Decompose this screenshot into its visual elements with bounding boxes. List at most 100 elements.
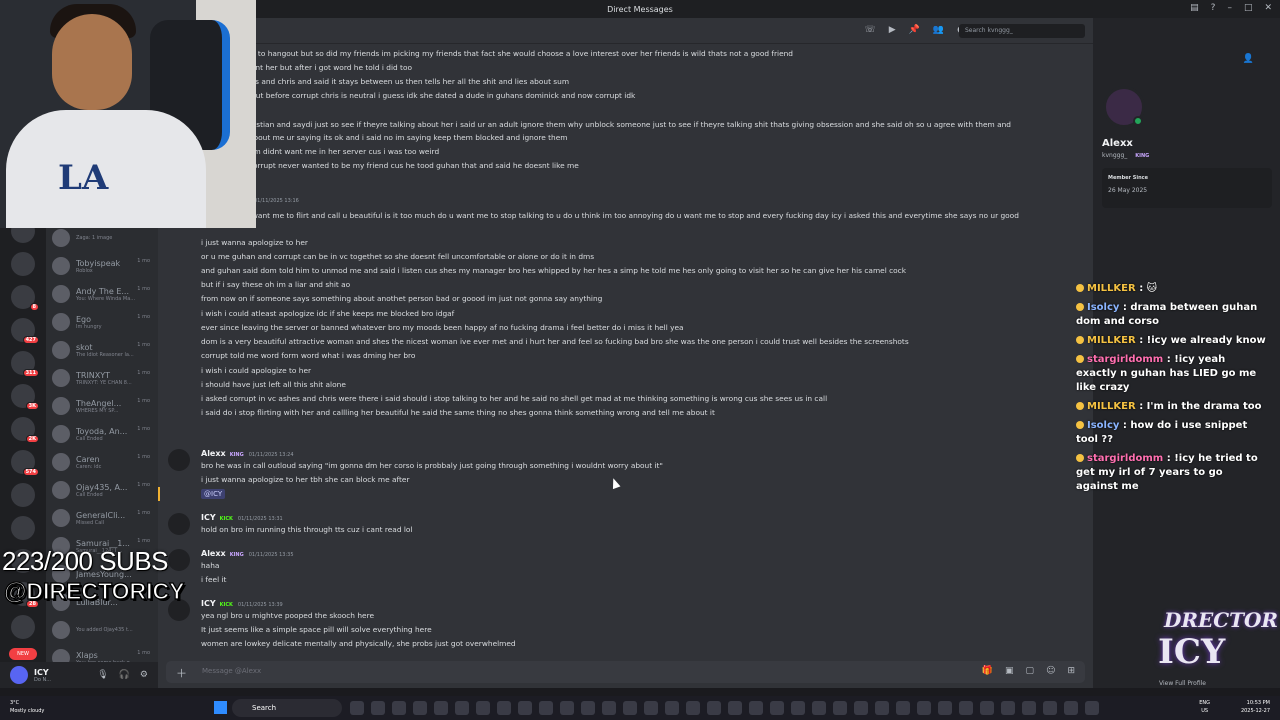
- new-server-badge[interactable]: NEW: [9, 648, 37, 660]
- gif-icon[interactable]: ▣: [1005, 666, 1014, 676]
- dm-list-item[interactable]: Ojay435, A... Call Ended 1 mo: [46, 476, 158, 504]
- gear-icon[interactable]: ⚙: [140, 670, 148, 680]
- app-icon[interactable]: [623, 701, 637, 715]
- app-icon[interactable]: [833, 701, 847, 715]
- avatar[interactable]: [10, 666, 28, 684]
- app-icon[interactable]: [791, 701, 805, 715]
- app-icon[interactable]: [644, 701, 658, 715]
- add-friend-icon[interactable]: 👤: [1243, 54, 1254, 64]
- app-icon[interactable]: [875, 701, 889, 715]
- server-icon[interactable]: 8: [11, 285, 39, 311]
- sticker-icon[interactable]: ▢: [1026, 666, 1035, 676]
- app-icon[interactable]: [959, 701, 973, 715]
- app-icon[interactable]: [770, 701, 784, 715]
- message-author[interactable]: ICY: [201, 513, 216, 522]
- avatar[interactable]: [168, 449, 190, 471]
- server-icon[interactable]: 574: [11, 450, 39, 476]
- dm-list-item[interactable]: You added Ojay435 t...: [46, 616, 158, 644]
- app-icon[interactable]: [497, 701, 511, 715]
- search-input[interactable]: Search kvnggg_: [959, 24, 1085, 38]
- app-icon[interactable]: [1043, 701, 1057, 715]
- chat-badge-icon: [1076, 355, 1084, 363]
- app-icon[interactable]: [581, 701, 595, 715]
- windows-start-icon[interactable]: [214, 701, 227, 714]
- app-icon[interactable]: [350, 701, 364, 715]
- server-icon[interactable]: 3K: [11, 384, 39, 410]
- app-icon[interactable]: [812, 701, 826, 715]
- pin-icon[interactable]: 📌: [909, 25, 920, 35]
- dm-list-item[interactable]: GeneralCli... Missed Call 1 mo: [46, 504, 158, 532]
- server-icon[interactable]: 427: [11, 318, 39, 344]
- app-icon[interactable]: [371, 701, 385, 715]
- apps-icon[interactable]: ⊞: [1067, 666, 1075, 676]
- message-input[interactable]: Message @Alexx: [202, 667, 261, 675]
- server-icon[interactable]: [11, 615, 35, 639]
- region-code: US: [1201, 708, 1209, 714]
- dm-list-item[interactable]: Zaga: 1 image: [46, 224, 158, 252]
- microphone-icon[interactable]: 🎙: [97, 670, 108, 680]
- app-icon[interactable]: [707, 701, 721, 715]
- dm-list-item[interactable]: skot The Idiot Reasoner la... 1 mo: [46, 336, 158, 364]
- taskbar-search[interactable]: Search: [232, 699, 342, 717]
- app-icon[interactable]: [413, 701, 427, 715]
- app-icon[interactable]: [560, 701, 574, 715]
- app-icon[interactable]: [728, 701, 742, 715]
- dm-list-item[interactable]: Tobyispeak Roblox 1 mo: [46, 252, 158, 280]
- server-icon[interactable]: 311: [11, 351, 39, 377]
- language-indicator[interactable]: ENG US: [1199, 699, 1210, 715]
- avatar[interactable]: [168, 549, 190, 571]
- app-icon[interactable]: [938, 701, 952, 715]
- server-icon[interactable]: 2K: [11, 417, 39, 443]
- weather-widget[interactable]: 3°C Mostly cloudy: [10, 699, 44, 715]
- chat-badge-icon: [1076, 454, 1084, 462]
- app-icon[interactable]: [1001, 701, 1015, 715]
- server-icon[interactable]: [11, 483, 35, 507]
- app-icon[interactable]: [602, 701, 616, 715]
- dm-list-item[interactable]: TheAngel... WHERES MY SP... 1 mo: [46, 392, 158, 420]
- app-icon[interactable]: [518, 701, 532, 715]
- app-icon[interactable]: [749, 701, 763, 715]
- dm-list-item[interactable]: Ego Im hungry 1 mo: [46, 308, 158, 336]
- message-author[interactable]: ICY: [201, 599, 216, 608]
- app-icon[interactable]: [476, 701, 490, 715]
- user-mention[interactable]: @ICY: [201, 489, 226, 499]
- server-icon[interactable]: [11, 516, 35, 540]
- view-full-profile-link[interactable]: View Full Profile: [1159, 680, 1206, 687]
- message-composer[interactable]: ＋ Message @Alexx 🎁 ▣ ▢ ☺ ⊞: [166, 661, 1085, 683]
- app-icon[interactable]: [1022, 701, 1036, 715]
- app-icon[interactable]: [854, 701, 868, 715]
- video-call-icon[interactable]: ▶: [889, 25, 896, 35]
- app-icon[interactable]: [686, 701, 700, 715]
- system-clock[interactable]: 10:53 PM 2025-12-27: [1241, 699, 1270, 715]
- dm-list-item[interactable]: Caren Caren: idc 1 mo: [46, 448, 158, 476]
- dm-list-item[interactable]: TRINXYT TRINXYT: YE CHAN 8... 1 mo: [46, 364, 158, 392]
- dm-list-item[interactable]: Toyoda, An... Call Ended 1 mo: [46, 420, 158, 448]
- minimize-button[interactable]: –: [1227, 3, 1232, 13]
- message-author[interactable]: Alexx: [201, 449, 226, 458]
- app-icon[interactable]: [1085, 701, 1099, 715]
- app-icon[interactable]: [392, 701, 406, 715]
- message-author[interactable]: Alexx: [201, 549, 226, 558]
- dm-list-item[interactable]: Andy The E... You: Where Winda Ma... 1 m…: [46, 280, 158, 308]
- app-icon[interactable]: [896, 701, 910, 715]
- app-icon[interactable]: [665, 701, 679, 715]
- app-icon[interactable]: [980, 701, 994, 715]
- emoji-icon[interactable]: ☺: [1046, 666, 1055, 676]
- app-icon[interactable]: [455, 701, 469, 715]
- add-friend-icon[interactable]: 👥: [933, 25, 944, 35]
- app-icon[interactable]: [539, 701, 553, 715]
- maximize-button[interactable]: □: [1244, 3, 1253, 13]
- server-icon[interactable]: [11, 252, 35, 276]
- plus-icon[interactable]: ＋: [176, 665, 187, 681]
- voice-call-icon[interactable]: ☏: [865, 25, 876, 35]
- message-line: l with me ashes and chris and said it st…: [201, 77, 570, 86]
- close-button[interactable]: ✕: [1264, 3, 1272, 13]
- headphones-icon[interactable]: 🎧: [119, 670, 130, 680]
- avatar[interactable]: [168, 513, 190, 535]
- inbox-icon[interactable]: ▤: [1190, 3, 1199, 13]
- help-icon[interactable]: ?: [1211, 3, 1216, 13]
- app-icon[interactable]: [434, 701, 448, 715]
- app-icon[interactable]: [1064, 701, 1078, 715]
- gift-icon[interactable]: 🎁: [982, 666, 993, 676]
- app-icon[interactable]: [917, 701, 931, 715]
